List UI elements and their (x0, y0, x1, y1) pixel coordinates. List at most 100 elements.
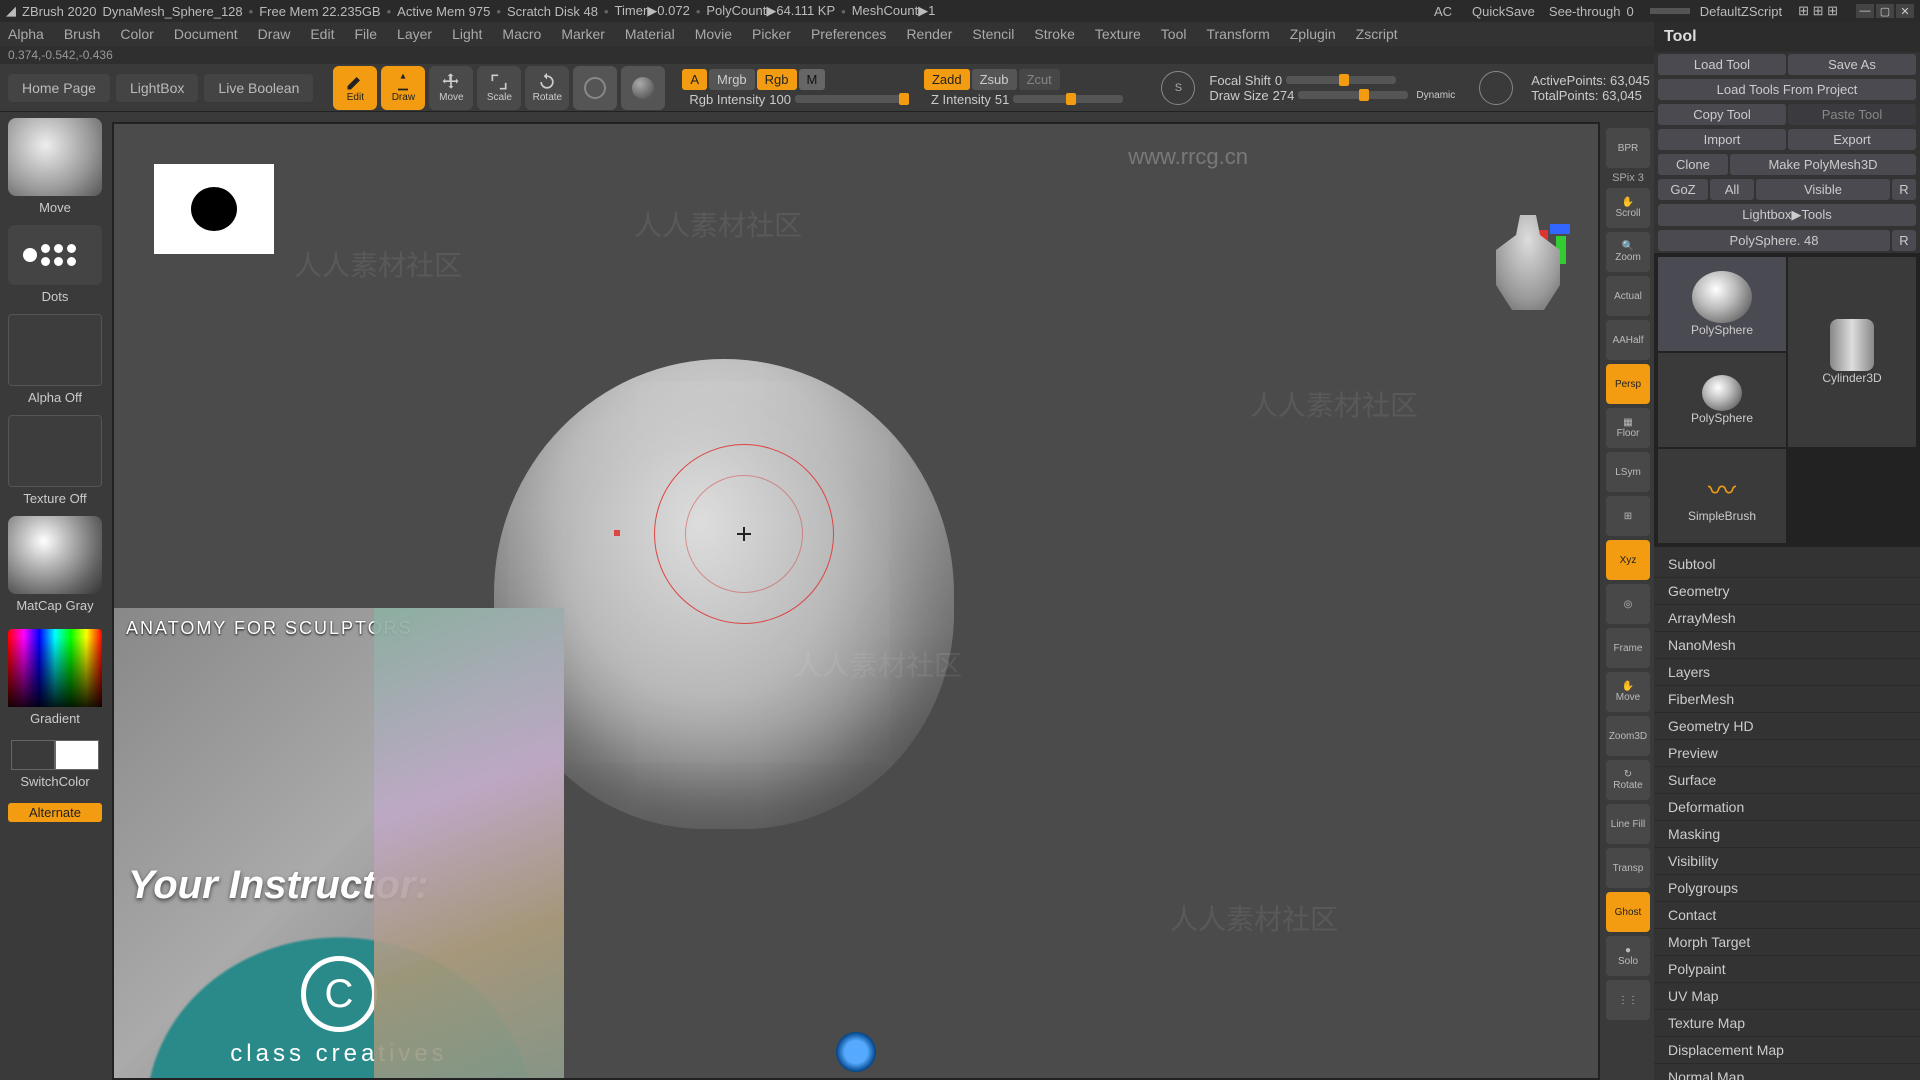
clone-button[interactable]: Clone (1658, 154, 1728, 175)
view-navigator[interactable] (1488, 174, 1578, 304)
menu-stencil[interactable]: Stencil (972, 26, 1014, 42)
color-picker[interactable] (8, 629, 102, 707)
subpalette-morphtarget[interactable]: Morph Target (1654, 929, 1920, 956)
a-button[interactable]: A (682, 69, 707, 90)
quicksave-button[interactable]: QuickSave (1472, 4, 1535, 19)
seethrough-value[interactable]: 0 (1626, 4, 1633, 19)
defaultzscript-button[interactable]: DefaultZScript (1700, 4, 1782, 19)
draw-size-slider[interactable] (1298, 91, 1408, 99)
draw-mode-button[interactable]: Draw (381, 66, 425, 110)
menu-macro[interactable]: Macro (502, 26, 541, 42)
subpalette-fibermesh[interactable]: FiberMesh (1654, 686, 1920, 713)
zcut-button[interactable]: Zcut (1019, 69, 1060, 90)
subpalette-geometry[interactable]: Geometry (1654, 578, 1920, 605)
minimize-button[interactable]: — (1856, 4, 1874, 18)
current-tool-name[interactable]: PolySphere. 48 (1658, 230, 1890, 251)
aahalf-button[interactable]: AAHalf (1606, 320, 1650, 360)
menu-tool[interactable]: Tool (1161, 26, 1187, 42)
subpalette-texturemap[interactable]: Texture Map (1654, 1010, 1920, 1037)
tool-tile-polysphere-2[interactable]: PolySphere (1658, 353, 1786, 447)
transp-button[interactable]: Transp (1606, 848, 1650, 888)
live-boolean-button[interactable]: Live Boolean (204, 74, 313, 102)
zoom-button[interactable]: 🔍Zoom (1606, 232, 1650, 272)
menu-transform[interactable]: Transform (1206, 26, 1269, 42)
solo-button[interactable]: ●Solo (1606, 936, 1650, 976)
subpalette-preview[interactable]: Preview (1654, 740, 1920, 767)
rgb-intensity-slider[interactable] (795, 95, 905, 103)
bpr-button[interactable]: BPR (1606, 128, 1650, 168)
move-mode-button[interactable]: Move (429, 66, 473, 110)
menu-zscript[interactable]: Zscript (1356, 26, 1398, 42)
spix-label[interactable]: SPix 3 (1612, 172, 1644, 184)
copy-tool-button[interactable]: Copy Tool (1658, 104, 1786, 125)
menu-material[interactable]: Material (625, 26, 675, 42)
subpalette-nanomesh[interactable]: NanoMesh (1654, 632, 1920, 659)
tool-tile-simplebrush[interactable]: 〰 SimpleBrush (1658, 449, 1786, 543)
zsub-button[interactable]: Zsub (972, 69, 1017, 90)
tool-tile-polysphere[interactable]: PolySphere (1658, 257, 1786, 351)
stroke-preview[interactable] (8, 225, 102, 285)
close-button[interactable]: ✕ (1896, 4, 1914, 18)
menu-edit[interactable]: Edit (310, 26, 334, 42)
subpalette-geometryhd[interactable]: Geometry HD (1654, 713, 1920, 740)
alpha-slot[interactable] (8, 314, 102, 386)
subpalette-surface[interactable]: Surface (1654, 767, 1920, 794)
menu-texture[interactable]: Texture (1095, 26, 1141, 42)
menu-alpha[interactable]: Alpha (8, 26, 44, 42)
mrgb-button[interactable]: Mrgb (709, 69, 755, 90)
subpalette-polypaint[interactable]: Polypaint (1654, 956, 1920, 983)
edit-mode-button[interactable]: Edit (333, 66, 377, 110)
menu-color[interactable]: Color (120, 26, 153, 42)
menu-light[interactable]: Light (452, 26, 482, 42)
isolate-button[interactable]: ⋮⋮ (1606, 980, 1650, 1020)
goz-all-button[interactable]: All (1710, 179, 1754, 200)
menu-picker[interactable]: Picker (752, 26, 791, 42)
xyz-button[interactable]: Xyz (1606, 540, 1650, 580)
document-thumbnail[interactable] (154, 164, 274, 254)
actual-button[interactable]: Actual (1606, 276, 1650, 316)
save-as-button[interactable]: Save As (1788, 54, 1916, 75)
menu-draw[interactable]: Draw (258, 26, 291, 42)
menu-cluster-icon[interactable]: ⊞ ⊞ ⊞ (1798, 3, 1838, 19)
tool-header[interactable]: Tool (1654, 22, 1920, 52)
export-button[interactable]: Export (1788, 129, 1916, 150)
rotate-mode-button[interactable]: Rotate (525, 66, 569, 110)
menu-movie[interactable]: Movie (695, 26, 732, 42)
make-polymesh-button[interactable]: Make PolyMesh3D (1730, 154, 1916, 175)
focal-shift-slider[interactable] (1286, 76, 1396, 84)
linefill-button[interactable]: Line Fill (1606, 804, 1650, 844)
subpalette-masking[interactable]: Masking (1654, 821, 1920, 848)
tool-r-button[interactable]: R (1892, 230, 1916, 251)
swatch-secondary[interactable] (11, 740, 55, 770)
home-page-button[interactable]: Home Page (8, 74, 110, 102)
material-preview[interactable] (8, 516, 102, 594)
m-button[interactable]: M (799, 69, 826, 90)
import-button[interactable]: Import (1658, 129, 1786, 150)
swatch-primary[interactable] (55, 740, 99, 770)
dynamic-toggle[interactable]: Dynamic (1416, 90, 1455, 101)
goz-button[interactable]: GoZ (1658, 179, 1708, 200)
move3d-button[interactable]: ✋Move (1606, 672, 1650, 712)
ghost-button[interactable]: Ghost (1606, 892, 1650, 932)
menu-marker[interactable]: Marker (561, 26, 605, 42)
sculptris-button[interactable] (573, 66, 617, 110)
subpalette-subtool[interactable]: Subtool (1654, 551, 1920, 578)
alternate-button[interactable]: Alternate (8, 803, 102, 822)
scale-mode-button[interactable]: Scale (477, 66, 521, 110)
menu-brush[interactable]: Brush (64, 26, 101, 42)
menu-document[interactable]: Document (174, 26, 238, 42)
scroll-button[interactable]: ✋Scroll (1606, 188, 1650, 228)
menu-layer[interactable]: Layer (397, 26, 432, 42)
subpalette-visibility[interactable]: Visibility (1654, 848, 1920, 875)
paste-tool-button[interactable]: Paste Tool (1788, 104, 1916, 125)
subpalette-deformation[interactable]: Deformation (1654, 794, 1920, 821)
load-tool-button[interactable]: Load Tool (1658, 54, 1786, 75)
load-project-button[interactable]: Load Tools From Project (1658, 79, 1916, 100)
polyframe-button[interactable]: ⊞ (1606, 496, 1650, 536)
rgb-button[interactable]: Rgb (757, 69, 797, 90)
lightbox-button[interactable]: LightBox (116, 74, 198, 102)
lightbox-tools-button[interactable]: Lightbox▶Tools (1658, 204, 1916, 226)
goz-visible-button[interactable]: Visible (1756, 179, 1890, 200)
goz-r-button[interactable]: R (1892, 179, 1916, 200)
rotate3d-button[interactable]: ↻Rotate (1606, 760, 1650, 800)
